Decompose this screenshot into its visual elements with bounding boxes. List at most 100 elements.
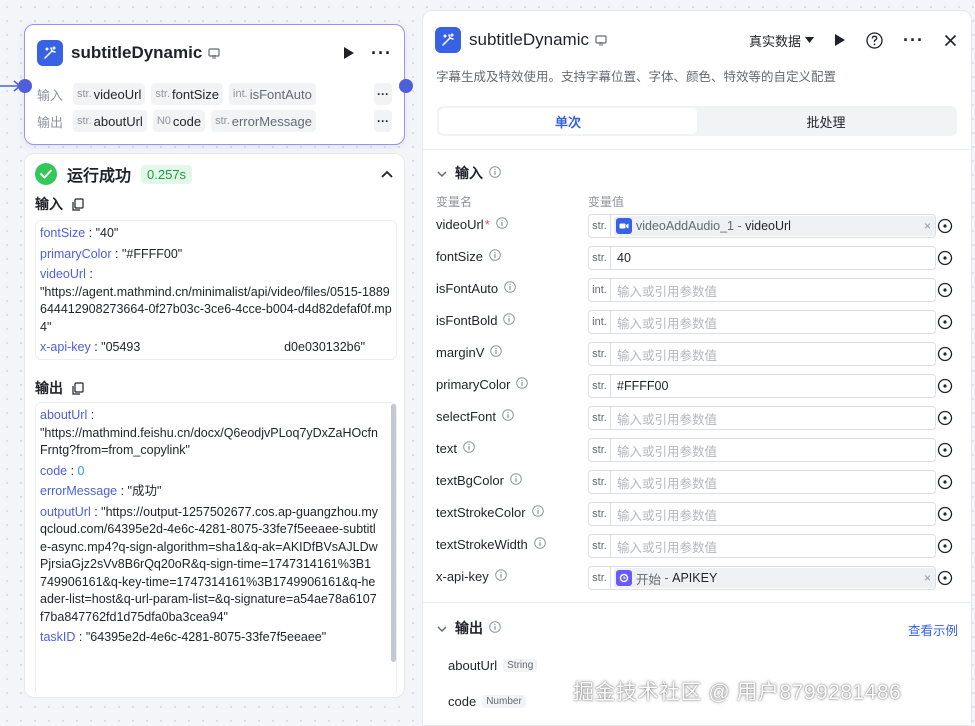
variable-reference-icon[interactable] — [937, 570, 953, 586]
variable-row: x-api-key str. 开始 - APIKEY × — [423, 566, 971, 590]
reference-chip[interactable]: videoAddAudio_1 - videoUrl × — [614, 216, 935, 236]
json-entry: outputUrl : "https://output-1257502677.c… — [40, 504, 379, 624]
output-scrollbar[interactable] — [391, 404, 396, 662]
variable-reference-icon[interactable] — [937, 442, 953, 458]
data-mode-dropdown[interactable]: 真实数据 — [749, 31, 815, 50]
variable-reference-icon[interactable] — [937, 474, 953, 490]
variable-value-field[interactable]: str. 40 — [588, 246, 936, 270]
output-item: aboutUrl String — [448, 658, 538, 673]
variable-name: textStrokeColor — [436, 505, 544, 520]
info-icon[interactable] — [489, 165, 501, 181]
type-indicator: str. — [589, 375, 611, 397]
info-icon[interactable] — [502, 409, 514, 424]
more-menu-icon[interactable]: ··· — [371, 44, 392, 62]
variable-row: primaryColor str. #FFFF00 — [423, 374, 971, 398]
info-icon[interactable] — [510, 473, 522, 488]
variable-row: marginV str. 输入或引用参数值 — [423, 342, 971, 366]
variable-reference-icon[interactable] — [937, 218, 953, 234]
variable-reference-icon[interactable] — [937, 506, 953, 522]
info-icon[interactable] — [531, 505, 544, 520]
start-node-icon — [616, 570, 632, 586]
column-value-label: 变量值 — [588, 195, 625, 209]
run-play-icon[interactable] — [343, 46, 355, 60]
type-indicator: str. — [589, 215, 611, 237]
type-indicator: str. — [589, 343, 611, 365]
info-icon[interactable] — [463, 441, 475, 456]
run-result-panel: 运行成功 0.257s 输入 fontSize : "40" primaryCo… — [24, 153, 405, 698]
chevron-down-icon — [437, 165, 447, 181]
variable-row: videoUrl * str. videoAddAudio_1 - videoUr… — [423, 214, 971, 238]
view-example-link[interactable]: 查看示例 — [908, 620, 958, 639]
copy-icon[interactable] — [71, 381, 84, 395]
info-icon[interactable] — [504, 281, 516, 296]
close-icon[interactable] — [944, 34, 957, 47]
output-section-header[interactable]: 输出 — [437, 618, 501, 638]
remove-reference-icon[interactable]: × — [924, 219, 931, 233]
variable-reference-icon[interactable] — [937, 346, 953, 362]
inputs-more-button[interactable]: ··· — [374, 83, 392, 105]
run-status: 运行成功 — [67, 168, 132, 185]
column-name-label: 变量名 — [436, 195, 473, 209]
variable-name: text — [436, 441, 475, 456]
info-icon[interactable] — [533, 537, 546, 552]
json-entry: code : 0 — [40, 463, 85, 478]
variable-row: text str. 输入或引用参数值 — [423, 438, 971, 462]
run-duration-badge: 0.257s — [141, 164, 193, 184]
info-icon[interactable] — [489, 249, 501, 264]
type-indicator: str. — [589, 407, 611, 429]
more-menu-icon[interactable]: ··· — [903, 31, 924, 49]
variable-value-field[interactable]: str. 输入或引用参数值 — [588, 534, 936, 558]
info-icon[interactable] — [494, 569, 507, 584]
info-icon[interactable] — [490, 345, 503, 360]
run-output-title: 输出 — [35, 378, 84, 398]
tab-single[interactable]: 单次 — [439, 108, 697, 134]
run-input-json: fontSize : "40" primaryColor : "#FFFF00"… — [35, 220, 397, 360]
panel-header: subtitleDynamic 真实数据 ··· — [435, 27, 957, 53]
run-input-title: 输入 — [35, 194, 84, 214]
variable-reference-icon[interactable] — [937, 250, 953, 266]
variable-value-field[interactable]: int. 输入或引用参数值 — [588, 278, 936, 302]
variable-value-field[interactable]: int. 输入或引用参数值 — [588, 310, 936, 334]
variable-value-field[interactable]: str. 输入或引用参数值 — [588, 342, 936, 366]
info-icon[interactable] — [516, 377, 529, 392]
node-inputs-row: 输入 str. videoUrl str. fontSize int. isFontA… — [37, 83, 392, 105]
screen-icon — [208, 47, 220, 59]
divider — [423, 149, 971, 150]
variable-value-field[interactable]: str. #FFFF00 — [588, 374, 936, 398]
variable-reference-icon[interactable] — [937, 282, 953, 298]
output-port[interactable] — [399, 79, 413, 93]
workflow-node[interactable]: subtitleDynamic ··· 输入 str. videoUrl str.… — [24, 24, 405, 145]
watermark: 掘金技术社区 @ 用户8799281486 — [573, 681, 902, 704]
variable-reference-icon[interactable] — [937, 538, 953, 554]
mode-tabs: 单次 批处理 — [437, 106, 957, 136]
variable-value-field[interactable]: str. 输入或引用参数值 — [588, 502, 936, 526]
node-config-panel: subtitleDynamic 真实数据 ··· 字幕生成及特效使用。支持字幕位… — [422, 10, 972, 726]
run-header: 运行成功 0.257s — [35, 162, 394, 186]
outputs-more-button[interactable]: ··· — [374, 110, 392, 132]
variable-value-field[interactable]: str. 输入或引用参数值 — [588, 406, 936, 430]
variable-value-field[interactable]: str. 开始 - APIKEY × — [588, 566, 936, 590]
variable-reference-icon[interactable] — [937, 410, 953, 426]
input-port[interactable] — [18, 79, 32, 93]
variable-value-field[interactable]: str. 输入或引用参数值 — [588, 470, 936, 494]
info-icon[interactable] — [503, 313, 516, 328]
input-section-header[interactable]: 输入 — [437, 163, 501, 183]
help-icon[interactable] — [866, 31, 883, 49]
info-icon[interactable] — [495, 217, 508, 232]
chevron-up-icon[interactable] — [380, 169, 394, 179]
type-indicator: str. — [589, 247, 611, 269]
reference-chip[interactable]: 开始 - APIKEY × — [614, 568, 935, 588]
remove-reference-icon[interactable]: × — [924, 571, 931, 585]
run-play-icon[interactable] — [834, 33, 846, 47]
variable-reference-icon[interactable] — [937, 378, 953, 394]
variable-reference-icon[interactable] — [937, 314, 953, 330]
tab-batch[interactable]: 批处理 — [697, 108, 955, 134]
variable-value-field[interactable]: str. videoAddAudio_1 - videoUrl × — [588, 214, 936, 238]
variable-value-field[interactable]: str. 输入或引用参数值 — [588, 438, 936, 462]
variable-name: fontSize — [436, 249, 501, 264]
node-outputs-row: 输出 str. aboutUrl N0 code str. errorMessage … — [37, 110, 392, 132]
video-node-icon — [616, 218, 632, 234]
info-icon[interactable] — [489, 620, 501, 636]
type-indicator: int. — [589, 311, 611, 333]
copy-icon[interactable] — [71, 197, 84, 211]
